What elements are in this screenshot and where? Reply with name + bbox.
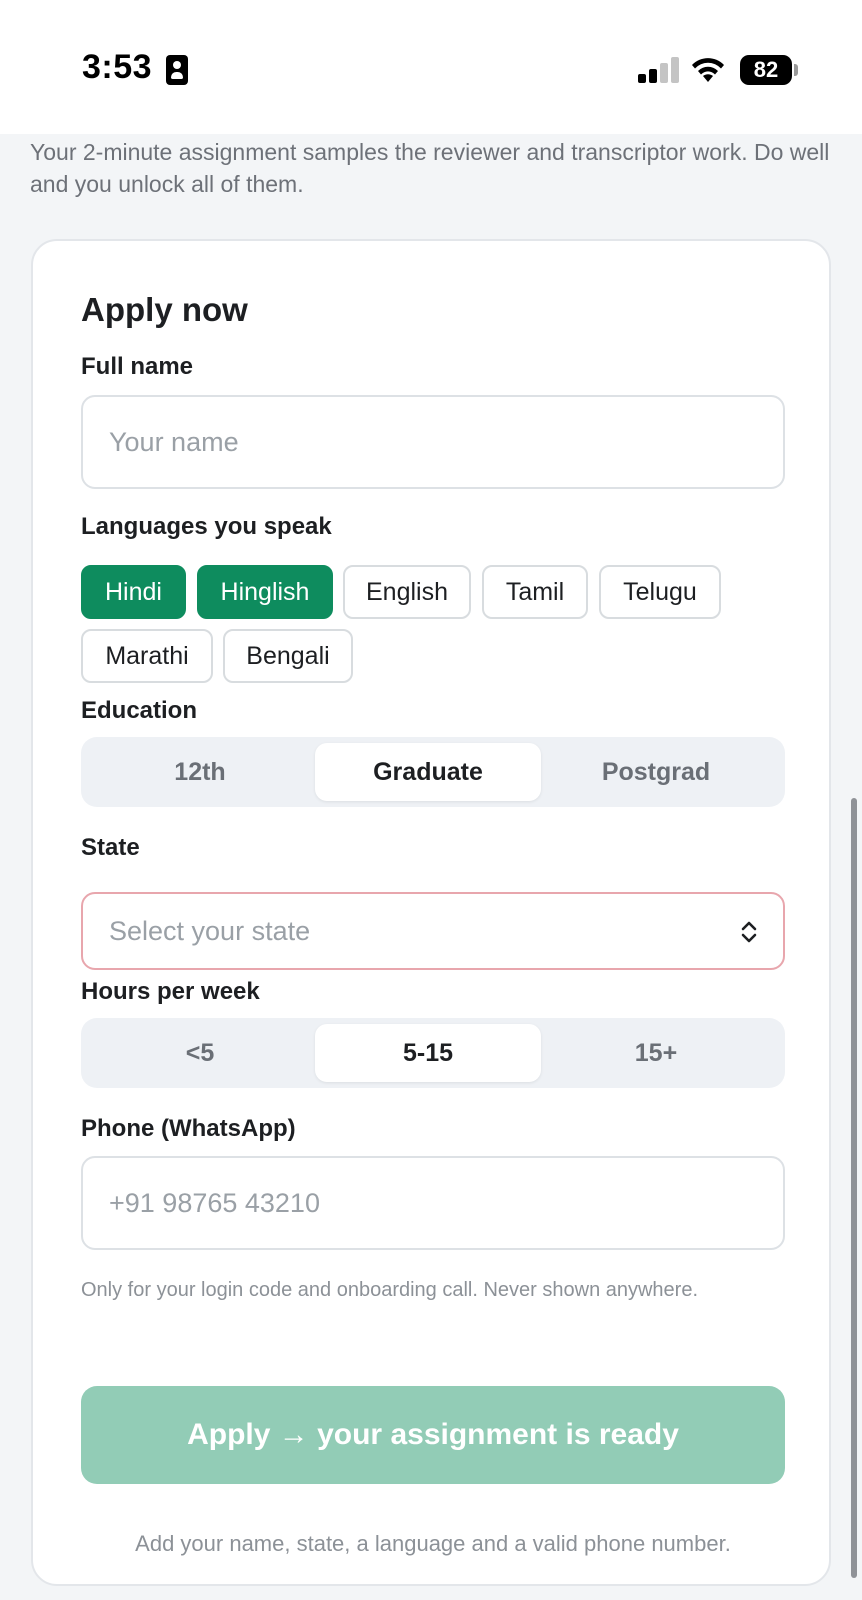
apply-submit-button[interactable]: Apply → your assignment is ready bbox=[81, 1386, 785, 1484]
hours-segmented-control: <5 5-15 15+ bbox=[81, 1018, 785, 1088]
battery-icon: 82 bbox=[740, 55, 792, 85]
chevron-up-down-icon bbox=[741, 921, 757, 943]
wifi-icon bbox=[692, 58, 724, 82]
education-option-12th[interactable]: 12th bbox=[87, 743, 313, 801]
language-chip-hinglish[interactable]: Hinglish bbox=[197, 565, 333, 619]
battery-tip bbox=[794, 64, 798, 76]
status-bar: 3:53 82 bbox=[0, 0, 862, 134]
phone-label: Phone (WhatsApp) bbox=[81, 1115, 296, 1142]
language-chip-tamil[interactable]: Tamil bbox=[482, 565, 588, 619]
phone-input[interactable] bbox=[81, 1156, 785, 1250]
apply-form-card: Apply now Full name Languages you speak … bbox=[31, 239, 831, 1586]
education-label: Education bbox=[81, 697, 198, 724]
state-select-placeholder: Select your state bbox=[109, 915, 311, 946]
scrollbar[interactable] bbox=[851, 798, 857, 1578]
education-segmented-control: 12th Graduate Postgrad bbox=[81, 737, 785, 807]
full-name-label: Full name bbox=[81, 353, 194, 380]
language-chip-telugu[interactable]: Telugu bbox=[599, 565, 721, 619]
form-footnote: Add your name, state, a language and a v… bbox=[135, 1531, 731, 1556]
education-option-postgrad[interactable]: Postgrad bbox=[543, 743, 769, 801]
hours-option-lt5[interactable]: <5 bbox=[87, 1024, 313, 1082]
language-chip-bengali[interactable]: Bengali bbox=[223, 629, 353, 683]
language-chip-english[interactable]: English bbox=[343, 565, 471, 619]
status-time: 3:53 bbox=[82, 48, 153, 86]
education-option-graduate[interactable]: Graduate bbox=[315, 743, 541, 801]
hours-option-15plus[interactable]: 15+ bbox=[543, 1024, 769, 1082]
language-chip-hindi[interactable]: Hindi bbox=[81, 565, 186, 619]
state-label: State bbox=[81, 834, 140, 861]
form-title: Apply now bbox=[81, 291, 248, 328]
language-chip-marathi[interactable]: Marathi bbox=[81, 629, 213, 683]
id-card-icon bbox=[166, 55, 188, 85]
cellular-signal-icon bbox=[638, 57, 680, 83]
full-name-input[interactable] bbox=[81, 395, 785, 489]
hours-label: Hours per week bbox=[81, 978, 260, 1005]
languages-label: Languages you speak bbox=[81, 513, 332, 540]
intro-text: Your 2-minute assignment samples the rev… bbox=[30, 139, 830, 197]
phone-hint: Only for your login code and onboarding … bbox=[81, 1279, 699, 1301]
hours-option-5-15[interactable]: 5-15 bbox=[315, 1024, 541, 1082]
state-select[interactable]: Select your state bbox=[81, 892, 785, 970]
